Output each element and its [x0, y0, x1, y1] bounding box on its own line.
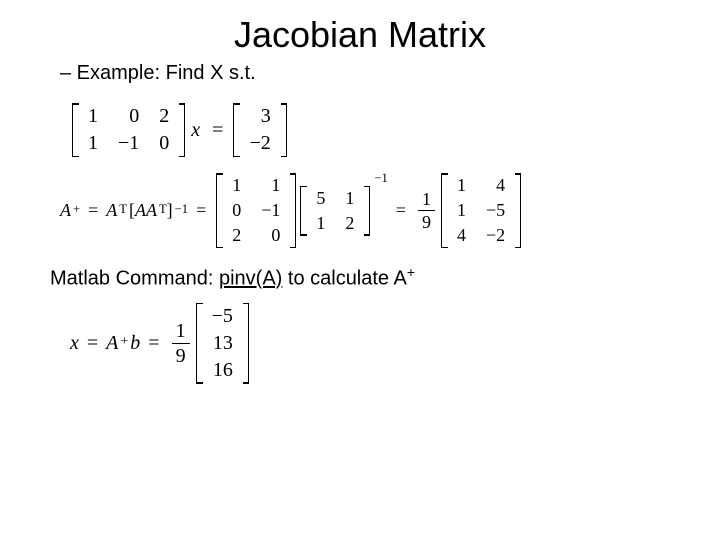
sup-inv2: −1: [374, 171, 387, 186]
frac-den: 9: [172, 344, 190, 366]
equals-sign: =: [148, 332, 159, 355]
matlab-link[interactable]: pinv(A): [219, 268, 282, 290]
bracket-close: ]: [167, 200, 173, 221]
matlab-mid: to calculate A: [282, 268, 407, 290]
sym-AAT: AA: [135, 200, 157, 221]
sym-A2: A: [106, 332, 118, 355]
sup-T2: T: [159, 202, 167, 217]
sup-plus: +: [73, 202, 80, 217]
equals-sign: =: [212, 119, 223, 142]
fraction-1-9b: 1 9: [172, 321, 190, 366]
fraction-1-9: 1 9: [418, 190, 435, 231]
equals-sign: =: [87, 332, 98, 355]
var-x: x: [191, 119, 200, 142]
equals-sign: =: [396, 200, 406, 221]
matrix-AAT: 51 12: [300, 186, 370, 236]
page-title: Jacobian Matrix: [40, 14, 680, 56]
equation-solution: x = A + b = 1 9 −5 13 16: [70, 303, 680, 384]
sym-b: b: [130, 332, 140, 355]
sup-inv: −1: [175, 202, 188, 217]
matlab-sup: +: [407, 264, 415, 280]
frac-den: 9: [418, 211, 435, 231]
vector-x: −5 13 16: [196, 303, 249, 384]
equation-system: 102 1−10 x = 3 −2: [70, 103, 680, 157]
equation-pseudoinverse: A + = A T [ AA T ] −1 = 11 0−1 20 51 12: [60, 173, 680, 248]
example-text: Find X s.t.: [166, 62, 256, 84]
sym-A: A: [60, 200, 71, 221]
frac-num: 1: [418, 190, 435, 211]
example-prefix: – Example:: [60, 62, 166, 84]
sup-plus2: +: [120, 334, 128, 350]
matlab-prefix: Matlab Command:: [50, 268, 219, 290]
matrix-AT: 11 0−1 20: [216, 173, 296, 248]
sup-T: T: [119, 202, 127, 217]
example-line: – Example: Find X s.t.: [60, 62, 680, 85]
vector-b: 3 −2: [233, 103, 286, 157]
sym-A-T: A: [106, 200, 117, 221]
slide: Jacobian Matrix – Example: Find X s.t. 1…: [0, 0, 720, 540]
equals-sign: =: [196, 200, 206, 221]
sym-x: x: [70, 332, 79, 355]
matlab-line: Matlab Command: pinv(A) to calculate A+: [50, 264, 680, 291]
matrix-Aplus: 14 1−5 4−2: [441, 173, 521, 248]
matrix-A: 102 1−10: [72, 103, 185, 157]
equals-sign: =: [88, 200, 98, 221]
frac-num: 1: [172, 321, 190, 344]
